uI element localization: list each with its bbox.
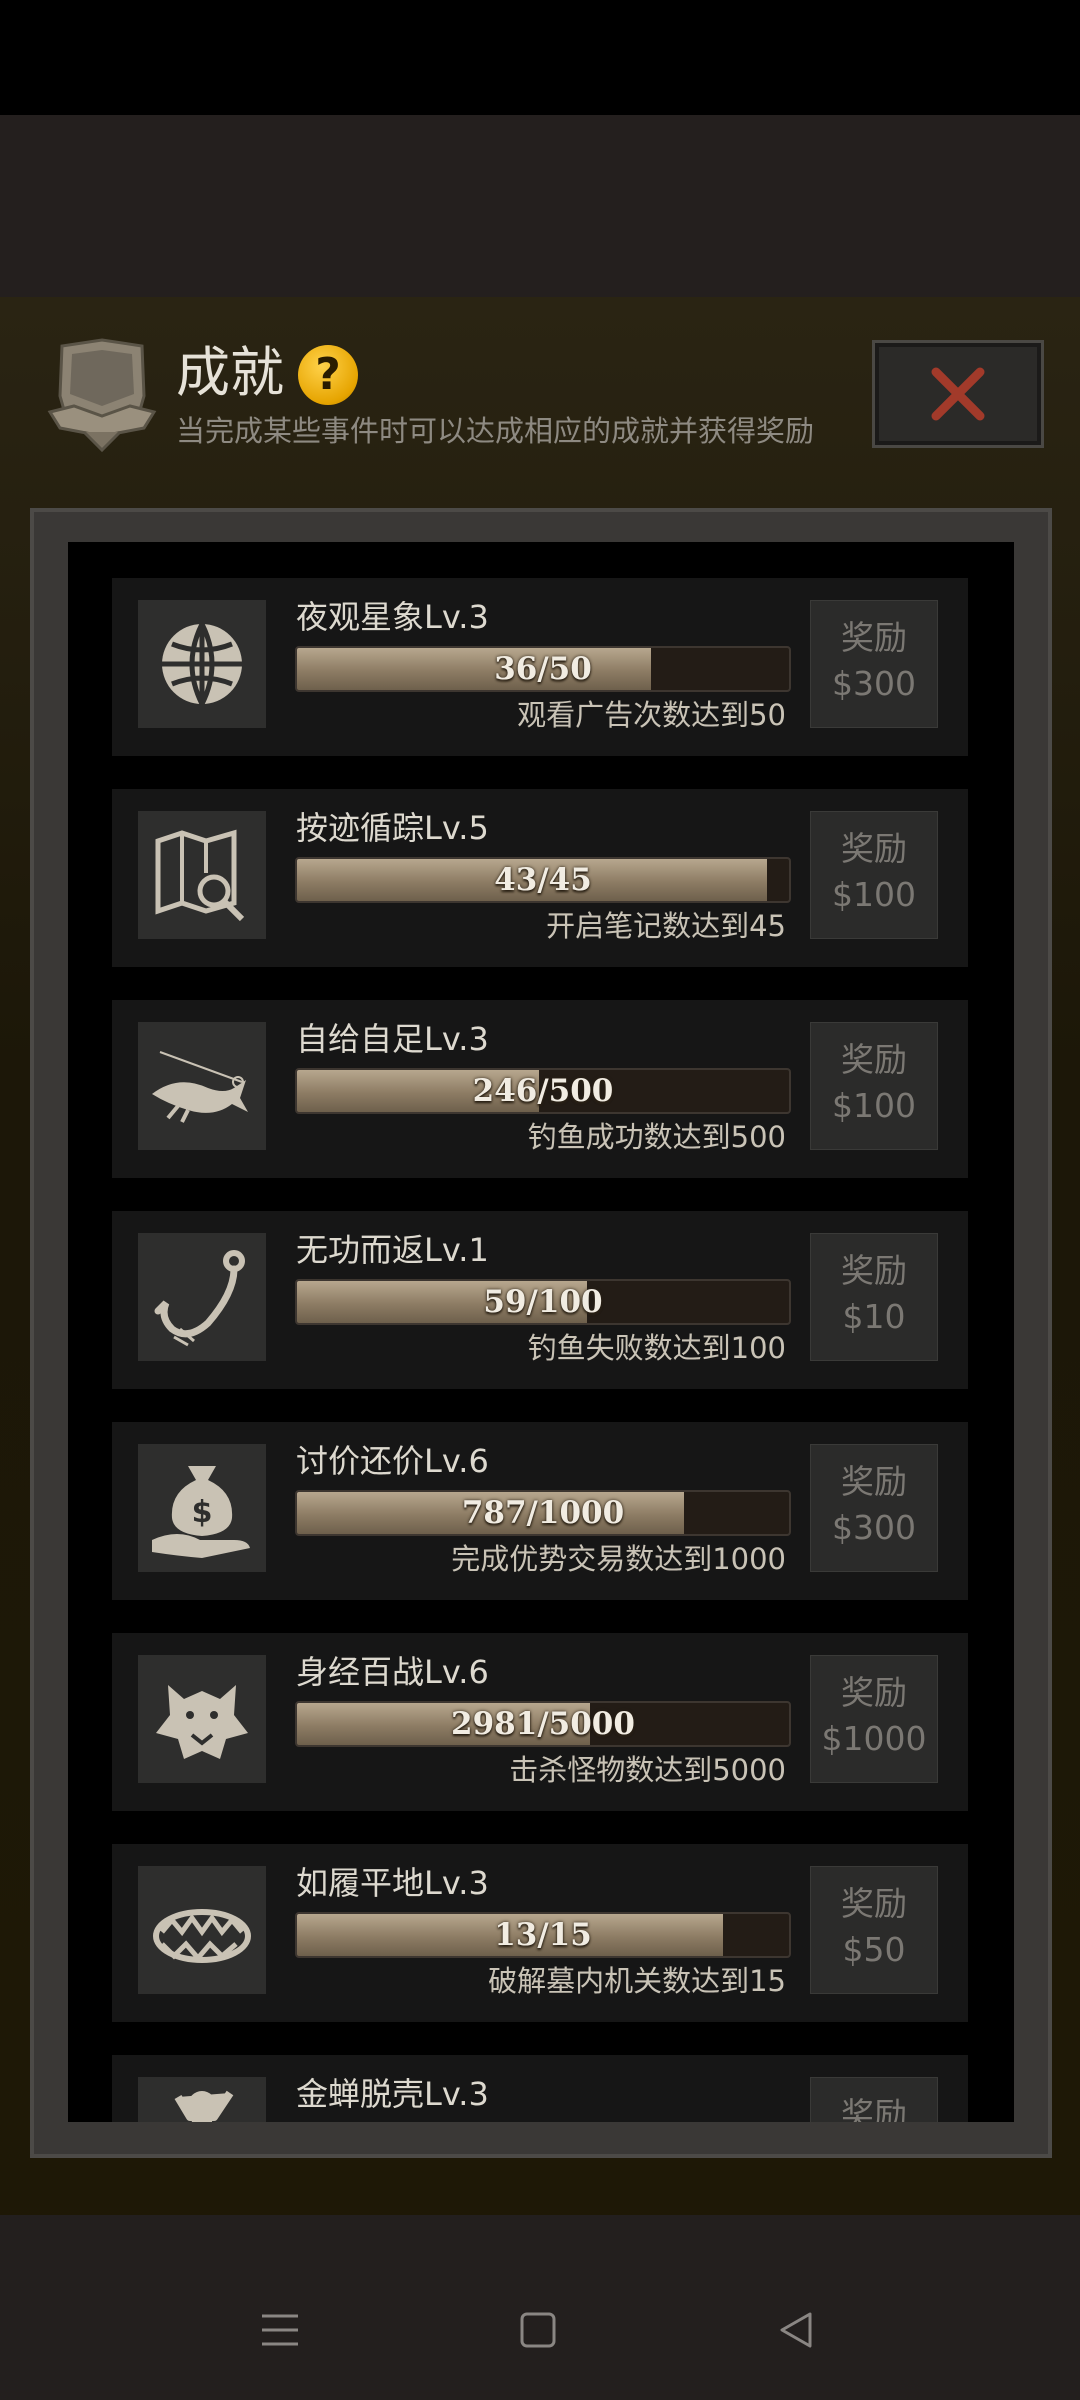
status-bar — [0, 0, 1080, 115]
page-title: 成就 — [176, 341, 284, 404]
reward-amount: $100 — [832, 875, 916, 914]
svg-text:$: $ — [192, 1495, 213, 1530]
close-x-icon — [931, 367, 985, 421]
reward-label: 奖励 — [841, 618, 907, 657]
achievement-title: 自给自足Lv.3 — [296, 1020, 489, 1058]
achievement-card: 无功而返Lv.1 59/100 钓鱼失败数达到100 奖励 $10 — [112, 1211, 968, 1389]
progress-text: 246/500 — [472, 1073, 614, 1109]
achievement-card: 夜观星象Lv.3 36/50 观看广告次数达到50 奖励 $300 — [112, 578, 968, 756]
reward-label: 奖励 — [841, 1462, 907, 1501]
reward-amount: $300 — [832, 664, 916, 703]
achievement-progress-bar: 36/50 — [295, 646, 791, 692]
bear-trap-icon — [138, 1866, 266, 1994]
reward-amount: $300 — [832, 1508, 916, 1547]
progress-text: 36/50 — [494, 651, 592, 687]
reward-label: 奖励 — [841, 1251, 907, 1290]
achievement-title: 金蝉脱壳Lv.3 — [296, 2075, 489, 2113]
back-icon[interactable] — [766, 2300, 826, 2360]
claim-reward-button[interactable]: 奖励 $100 — [810, 811, 938, 939]
achievement-title: 夜观星象Lv.3 — [296, 598, 489, 636]
achievement-progress-bar: 13/15 — [295, 1912, 791, 1958]
achievement-card: 如履平地Lv.3 13/15 破解墓内机关数达到15 奖励 $50 — [112, 1844, 968, 2022]
page-subtitle: 当完成某些事件时可以达成相应的成就并获得奖励 — [176, 414, 815, 448]
achievement-card: 按迹循踪Lv.5 43/45 开启笔记数达到45 奖励 $100 — [112, 789, 968, 967]
achievement-progress-bar: 246/500 — [295, 1068, 791, 1114]
reward-label: 奖励 — [841, 1040, 907, 1079]
achievement-description: 钓鱼成功数达到500 — [527, 1120, 786, 1154]
escape-figure-icon — [138, 2077, 266, 2122]
claim-reward-button[interactable]: 奖励 $300 — [810, 1444, 938, 1572]
achievement-description: 观看广告次数达到50 — [517, 698, 786, 732]
achievement-title: 无功而返Lv.1 — [296, 1231, 489, 1269]
map-search-icon — [138, 811, 266, 939]
globe-icon — [138, 600, 266, 728]
reward-label: 奖励 — [841, 2095, 907, 2122]
reward-label: 奖励 — [841, 1884, 907, 1923]
achievement-progress-bar: 59/100 — [295, 1279, 791, 1325]
reward-amount: $100 — [832, 1086, 916, 1125]
reward-amount: $50 — [842, 1930, 906, 1969]
reward-label: 奖励 — [841, 1673, 907, 1712]
close-button[interactable] — [872, 340, 1044, 448]
progress-text: 43/45 — [494, 862, 592, 898]
achievement-progress-bar: 2981/5000 — [295, 1701, 791, 1747]
achievement-title: 身经百战Lv.6 — [296, 1653, 489, 1691]
achievement-title: 讨价还价Lv.6 — [296, 1442, 489, 1480]
achievement-description: 击杀怪物数达到5000 — [509, 1753, 786, 1787]
achievement-card: 身经百战Lv.6 2981/5000 击杀怪物数达到5000 奖励 $1000 — [112, 1633, 968, 1811]
achievement-progress-bar: 787/1000 — [295, 1490, 791, 1536]
fish-hooked-icon — [138, 1022, 266, 1150]
achievement-description: 完成优势交易数达到1000 — [451, 1542, 786, 1576]
claim-reward-button[interactable]: 奖励 $100 — [810, 1022, 938, 1150]
achievement-list[interactable]: 夜观星象Lv.3 36/50 观看广告次数达到50 奖励 $300 按迹循踪Lv.5 43/… — [68, 542, 1014, 2122]
achievement-card: $ 讨价还价Lv.6 787/1000 完成优势交易数达到1000 奖励 $300 — [112, 1422, 968, 1600]
achievement-description: 钓鱼失败数达到100 — [527, 1331, 786, 1365]
money-bag-hand-icon: $ — [138, 1444, 266, 1572]
reward-amount: $1000 — [821, 1719, 927, 1758]
claim-reward-button[interactable]: 奖励 $10 — [810, 1233, 938, 1361]
achievement-description: 破解墓内机关数达到15 — [488, 1964, 786, 1998]
claim-reward-button[interactable]: 奖励 — [810, 2077, 938, 2122]
claim-reward-button[interactable]: 奖励 $1000 — [810, 1655, 938, 1783]
reward-amount: $10 — [842, 1297, 906, 1336]
progress-text: 13/15 — [494, 1917, 592, 1953]
wolf-head-icon — [138, 1655, 266, 1783]
shield-badge-icon — [44, 336, 160, 454]
menu-icon[interactable] — [250, 2300, 310, 2360]
achievement-description: 开启笔记数达到45 — [546, 909, 786, 943]
achievement-progress-bar: 43/45 — [295, 857, 791, 903]
progress-text: 787/1000 — [461, 1495, 625, 1531]
reward-label: 奖励 — [841, 829, 907, 868]
claim-reward-button[interactable]: 奖励 $50 — [810, 1866, 938, 1994]
achievement-card: 金蝉脱壳Lv.3 奖励 — [112, 2055, 968, 2122]
help-icon[interactable]: ? — [298, 345, 358, 405]
home-icon[interactable] — [508, 2300, 568, 2360]
fishing-hook-icon — [138, 1233, 266, 1361]
achievement-title: 按迹循踪Lv.5 — [296, 809, 489, 847]
achievement-title: 如履平地Lv.3 — [296, 1864, 489, 1902]
progress-text: 59/100 — [483, 1284, 603, 1320]
claim-reward-button[interactable]: 奖励 $300 — [810, 600, 938, 728]
achievement-card: 自给自足Lv.3 246/500 钓鱼成功数达到500 奖励 $100 — [112, 1000, 968, 1178]
progress-text: 2981/5000 — [451, 1706, 635, 1742]
